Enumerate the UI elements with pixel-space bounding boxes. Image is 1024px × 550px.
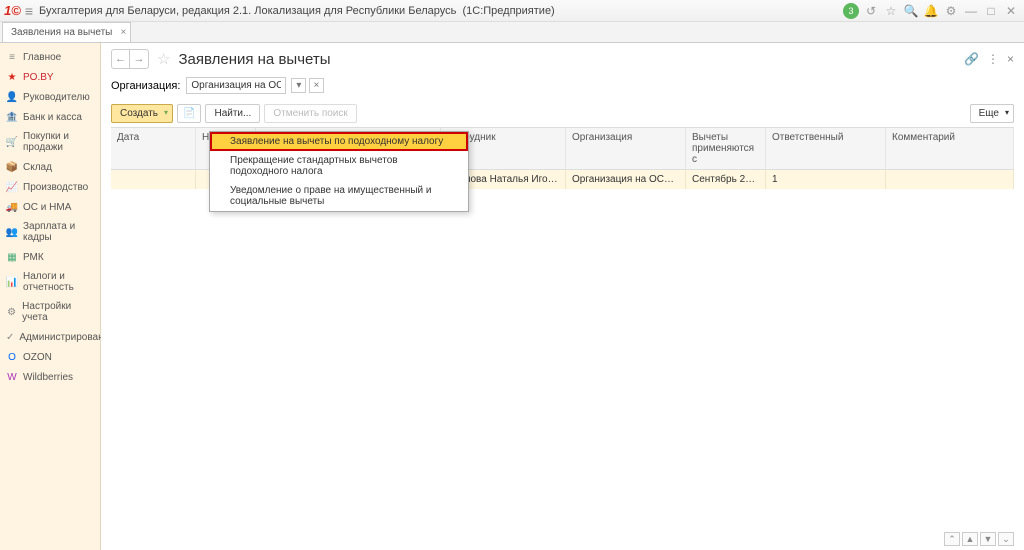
sidebar-item-администрирование[interactable]: ✓Администрирование [0, 327, 100, 347]
nav-icon: O [6, 351, 18, 363]
sidebar-item-label: OZON [23, 352, 52, 363]
dropdown-item-income-tax[interactable]: Заявление на вычеты по подоходному налог… [210, 132, 468, 151]
nav-icon: 🏦 [6, 111, 18, 123]
options-icon[interactable]: ⋮ [987, 52, 999, 66]
search-icon[interactable]: 🔍 [902, 2, 920, 20]
grid-nav-footer: ⌃ ▲ ▼ ⌄ [944, 532, 1014, 546]
nav-icon: ⚙ [6, 306, 17, 318]
sidebar-item-po.by[interactable]: ★ PO.BY [0, 67, 100, 87]
nav-icon: ≡ [6, 51, 18, 63]
sidebar-item-label: Руководителю [23, 92, 90, 103]
nav-icon: 🛒 [6, 136, 18, 148]
favorite-icon[interactable]: ☆ [882, 2, 900, 20]
nav-icon: 📈 [6, 181, 18, 193]
nav-icon: 🚚 [6, 201, 18, 213]
nav-icon: 📦 [6, 161, 18, 173]
sidebar-item-wildberries[interactable]: W Wildberries [0, 367, 100, 387]
more-button[interactable]: Еще [970, 104, 1014, 123]
dropdown-item-stop-std[interactable]: Прекращение стандартных вычетов подоходн… [210, 151, 468, 181]
col-org[interactable]: Организация [566, 128, 686, 169]
org-clear-button[interactable]: × [309, 78, 325, 93]
back-button[interactable]: ← [112, 50, 130, 68]
create-button[interactable]: Создать [111, 104, 173, 123]
menu-icon[interactable]: ≡ [25, 3, 33, 19]
sidebar-item-ос-и-нма[interactable]: 🚚 ОС и НМА [0, 197, 100, 217]
sidebar-item-рмк[interactable]: ▦ РМК [0, 247, 100, 267]
app-title: Бухгалтерия для Беларуси, редакция 2.1. … [39, 5, 555, 17]
col-ded[interactable]: Вычеты применяются с [686, 128, 766, 169]
sidebar-item-ozon[interactable]: O OZON [0, 347, 100, 367]
forward-button[interactable]: → [130, 50, 148, 68]
sidebar-item-label: Покупки и продажи [23, 131, 94, 153]
link-icon[interactable]: 🔗 [964, 52, 979, 66]
settings-icon[interactable]: ⚙ [942, 2, 960, 20]
nav-icon: ✓ [6, 331, 14, 343]
grid-nav-up[interactable]: ▲ [962, 532, 978, 546]
sidebar-item-руководителю[interactable]: 👤 Руководителю [0, 87, 100, 107]
sidebar-item-покупки-и-продажи[interactable]: 🛒 Покупки и продажи [0, 127, 100, 157]
sidebar-item-главное[interactable]: ≡ Главное [0, 47, 100, 67]
sidebar-item-label: Налоги и отчетность [23, 271, 94, 293]
grid-nav-down[interactable]: ▼ [980, 532, 996, 546]
cancel-find-button[interactable]: Отменить поиск [264, 104, 356, 123]
favorite-star-icon[interactable]: ☆ [157, 50, 170, 68]
nav-arrows: ← → [111, 49, 149, 69]
nav-icon: ★ [6, 71, 18, 83]
nav-icon: ▦ [6, 251, 18, 263]
sidebar-item-label: Зарплата и кадры [23, 221, 94, 243]
maximize-button[interactable]: □ [982, 2, 1000, 20]
sidebar-item-зарплата-и-кадры[interactable]: 👥 Зарплата и кадры [0, 217, 100, 247]
sidebar-item-label: PO.BY [23, 72, 54, 83]
app-logo: 1© [4, 3, 21, 18]
tab-label: Заявления на вычеты [11, 27, 112, 38]
sidebar-item-label: РМК [23, 252, 44, 263]
org-input[interactable] [186, 77, 286, 94]
sidebar-item-label: ОС и НМА [23, 202, 71, 213]
grid-nav-last[interactable]: ⌄ [998, 532, 1014, 546]
col-comm[interactable]: Комментарий [886, 128, 1014, 169]
find-button[interactable]: Найти... [205, 104, 260, 123]
bell-icon[interactable]: 🔔 [922, 2, 940, 20]
col-date[interactable]: Дата [111, 128, 196, 169]
org-dropdown-button[interactable]: ▾ [291, 78, 306, 93]
sidebar-item-label: Настройки учета [22, 301, 94, 323]
sidebar-item-label: Wildberries [23, 372, 73, 383]
sidebar-item-склад[interactable]: 📦 Склад [0, 157, 100, 177]
sidebar-item-label: Банк и касса [23, 112, 82, 123]
grid-nav-first[interactable]: ⌃ [944, 532, 960, 546]
nav-icon: W [6, 371, 18, 383]
org-label: Организация: [111, 80, 180, 92]
minimize-button[interactable]: — [962, 2, 980, 20]
sidebar-item-налоги-и-отчетность[interactable]: 📊 Налоги и отчетность [0, 267, 100, 297]
tab-close-icon[interactable]: × [121, 27, 127, 38]
dropdown-item-property[interactable]: Уведомление о праве на имущественный и с… [210, 181, 468, 211]
close-page-icon[interactable]: × [1007, 52, 1014, 66]
close-button[interactable]: ✕ [1002, 2, 1020, 20]
nav-icon: 👤 [6, 91, 18, 103]
sidebar-item-label: Склад [23, 162, 52, 173]
document-tab[interactable]: Заявления на вычеты × [2, 22, 131, 42]
nav-icon: 👥 [6, 226, 18, 238]
sidebar-item-label: Главное [23, 52, 61, 63]
sidebar-item-банк-и-касса[interactable]: 🏦 Банк и касса [0, 107, 100, 127]
sidebar-item-label: Производство [23, 182, 88, 193]
sidebar-item-настройки-учета[interactable]: ⚙ Настройки учета [0, 297, 100, 327]
history-icon[interactable]: ↺ [862, 2, 880, 20]
nav-icon: 📊 [6, 276, 18, 288]
create-dropdown: Заявление на вычеты по подоходному налог… [209, 131, 469, 212]
notifications-icon[interactable]: 3 [842, 2, 860, 20]
copy-button[interactable]: 📄 [177, 104, 201, 123]
page-title: Заявления на вычеты [178, 51, 330, 68]
col-resp[interactable]: Ответственный [766, 128, 886, 169]
sidebar-item-производство[interactable]: 📈 Производство [0, 177, 100, 197]
